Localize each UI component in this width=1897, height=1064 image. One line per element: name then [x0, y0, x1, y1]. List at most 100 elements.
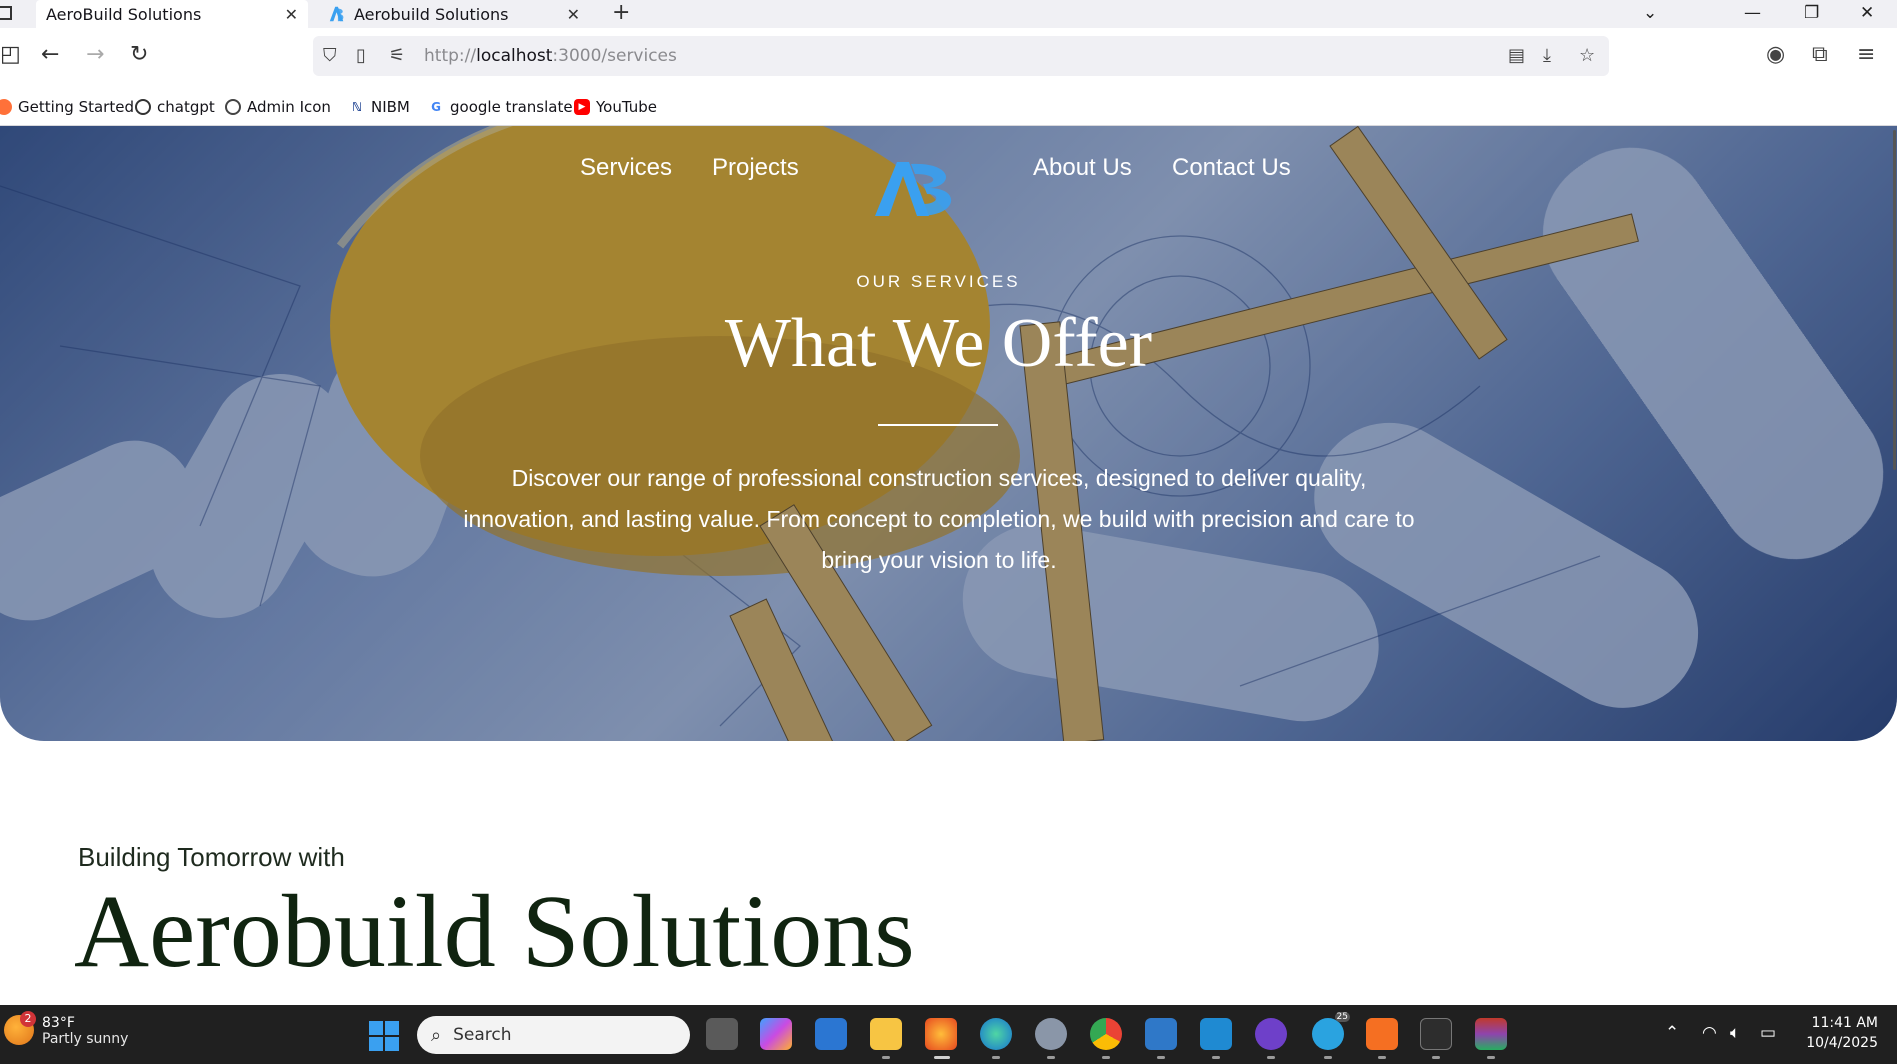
- telegram-icon[interactable]: 25: [1312, 1012, 1350, 1050]
- partly-sunny-icon: 2: [4, 1011, 36, 1045]
- bookmark-label: google translate: [450, 98, 573, 116]
- section-subheading: Building Tomorrow with: [78, 842, 345, 872]
- account-icon[interactable]: ◉: [1766, 42, 1785, 67]
- search-icon: ⌕: [431, 1024, 442, 1046]
- aerobuild-logo-icon[interactable]: [873, 158, 963, 218]
- url-text[interactable]: http://localhost:3000/services: [424, 46, 677, 66]
- task-view-icon[interactable]: [706, 1018, 738, 1050]
- bookmark-star-icon[interactable]: ☆: [1579, 45, 1595, 66]
- tab-aerobuild-1[interactable]: AeroBuild Solutions ✕: [36, 0, 308, 28]
- winrar-icon[interactable]: [1475, 1018, 1507, 1050]
- site-navigation: Services Projects About Us Contact Us: [0, 146, 1897, 216]
- save-page-icon[interactable]: ⤓: [1543, 45, 1551, 66]
- system-clock[interactable]: 11:41 AM 10/4/2025: [1790, 1013, 1878, 1053]
- tab-bar: AeroBuild Solutions ✕ Aerobuild Solution…: [0, 0, 1897, 28]
- nav-link-projects[interactable]: Projects: [712, 154, 799, 182]
- taskbar-search[interactable]: ⌕ Search: [417, 1016, 690, 1054]
- photos-icon[interactable]: [1145, 1018, 1177, 1050]
- running-indicator: [1157, 1056, 1165, 1059]
- running-indicator: [1047, 1056, 1055, 1059]
- bookmarks-bar: Getting Started chatgpt Admin Icon ℕ NIB…: [0, 86, 1897, 126]
- running-indicator: [992, 1056, 1000, 1059]
- close-tab-icon[interactable]: ✕: [285, 5, 298, 24]
- windows-taskbar: 2 83°F Partly sunny ⌕ Search 25 ⌃ ◠ 🔈︎ ▭…: [0, 1005, 1897, 1064]
- hero-title: What We Offer: [724, 305, 1153, 382]
- minimize-button[interactable]: —: [1744, 0, 1761, 28]
- sidebar-icon[interactable]: ◰: [0, 42, 21, 67]
- search-placeholder: Search: [453, 1025, 512, 1045]
- vscode-icon[interactable]: [1200, 1018, 1232, 1050]
- google-icon: G: [431, 100, 441, 114]
- running-indicator: [1212, 1056, 1220, 1059]
- bookmark-getting-started[interactable]: Getting Started: [0, 98, 134, 116]
- section-heading: Aerobuild Solutions: [74, 874, 915, 989]
- url-host: localhost: [476, 46, 553, 66]
- wifi-icon[interactable]: ◠: [1702, 1023, 1717, 1043]
- edge-icon[interactable]: [980, 1018, 1012, 1050]
- firefox-icon: [0, 99, 12, 115]
- close-window-button[interactable]: ✕: [1860, 0, 1874, 28]
- hero-overlay: [0, 126, 1897, 741]
- nav-link-services[interactable]: Services: [580, 154, 672, 182]
- shield-icon[interactable]: ⛉: [323, 45, 337, 66]
- battery-icon[interactable]: ▭: [1760, 1023, 1776, 1043]
- list-all-tabs-icon[interactable]: ⌄: [1643, 0, 1657, 28]
- bookmark-youtube[interactable]: ▶ YouTube: [574, 98, 657, 116]
- github-desktop-icon[interactable]: [1255, 1018, 1287, 1050]
- nav-toolbar: ◰ ← → ↻ ⛉ ▯ ⚟ http://localhost:3000/serv…: [0, 28, 1897, 86]
- permissions-icon[interactable]: ⚟: [389, 45, 405, 66]
- bookmark-chatgpt[interactable]: chatgpt: [135, 98, 215, 116]
- clock-time: 11:41 AM: [1811, 1015, 1878, 1031]
- file-explorer-icon[interactable]: [870, 1018, 902, 1050]
- microsoft-store-icon[interactable]: [815, 1018, 847, 1050]
- bookmark-label: NIBM: [371, 98, 410, 116]
- active-indicator: [934, 1056, 950, 1059]
- settings-gear-icon[interactable]: [1035, 1018, 1067, 1050]
- chrome-icon[interactable]: [1090, 1018, 1122, 1050]
- close-tab-icon[interactable]: ✕: [567, 5, 580, 24]
- nav-link-about[interactable]: About Us: [1033, 154, 1132, 182]
- running-indicator: [1324, 1056, 1332, 1059]
- copilot-icon[interactable]: [760, 1018, 792, 1050]
- forward-button[interactable]: →: [86, 42, 104, 67]
- bookmark-label: YouTube: [596, 98, 657, 116]
- back-button[interactable]: ←: [41, 42, 59, 67]
- youtube-icon: ▶: [574, 99, 590, 115]
- start-button[interactable]: [369, 1021, 399, 1051]
- reload-button[interactable]: ↻: [130, 42, 148, 67]
- page-scrollbar[interactable]: [1891, 126, 1897, 1005]
- nav-link-contact[interactable]: Contact Us: [1172, 154, 1291, 182]
- bookmark-label: Getting Started: [18, 98, 134, 116]
- globe-icon: [225, 99, 241, 115]
- bookmark-label: Admin Icon: [247, 98, 331, 116]
- hero-description: Discover our range of professional const…: [463, 465, 1415, 573]
- running-indicator: [1378, 1056, 1386, 1059]
- running-indicator: [1432, 1056, 1440, 1059]
- url-bar[interactable]: ⛉ ▯ ⚟ http://localhost:3000/services ▤ ⤓…: [313, 36, 1609, 76]
- restore-button[interactable]: ❐: [1804, 0, 1819, 28]
- firefox-icon[interactable]: [925, 1018, 957, 1050]
- terminal-icon[interactable]: [1420, 1018, 1452, 1050]
- url-prefix: http://: [424, 46, 477, 66]
- bookmark-nibm[interactable]: ℕ NIBM: [349, 98, 410, 116]
- aerobuild-favicon-icon: [329, 6, 344, 22]
- new-tab-button[interactable]: +: [612, 0, 630, 28]
- reader-view-icon[interactable]: ▤: [1508, 45, 1525, 66]
- xampp-icon[interactable]: [1366, 1018, 1398, 1050]
- clock-date: 10/4/2025: [1806, 1035, 1878, 1051]
- extensions-icon[interactable]: ⧉: [1812, 42, 1828, 67]
- tab-aerobuild-2[interactable]: Aerobuild Solutions ✕: [318, 0, 590, 28]
- show-hidden-icons-icon[interactable]: ⌃: [1665, 1023, 1679, 1043]
- hero-section: Services Projects About Us Contact Us OU…: [0, 126, 1897, 741]
- bookmark-google-translate[interactable]: G google translate: [428, 98, 573, 116]
- scrollbar-thumb[interactable]: [1893, 130, 1896, 470]
- weather-widget[interactable]: 2 83°F Partly sunny: [4, 1011, 128, 1047]
- page-icon[interactable]: ▯: [356, 45, 366, 66]
- bookmark-admin-icon[interactable]: Admin Icon: [225, 98, 331, 116]
- hero-eyebrow: OUR SERVICES: [856, 272, 1021, 291]
- url-path: :3000/services: [552, 46, 677, 66]
- volume-icon[interactable]: 🔈︎: [1730, 1023, 1740, 1043]
- menu-icon[interactable]: ≡: [1857, 42, 1875, 67]
- tab-list-icon[interactable]: [0, 6, 12, 20]
- hero-divider: [878, 424, 998, 426]
